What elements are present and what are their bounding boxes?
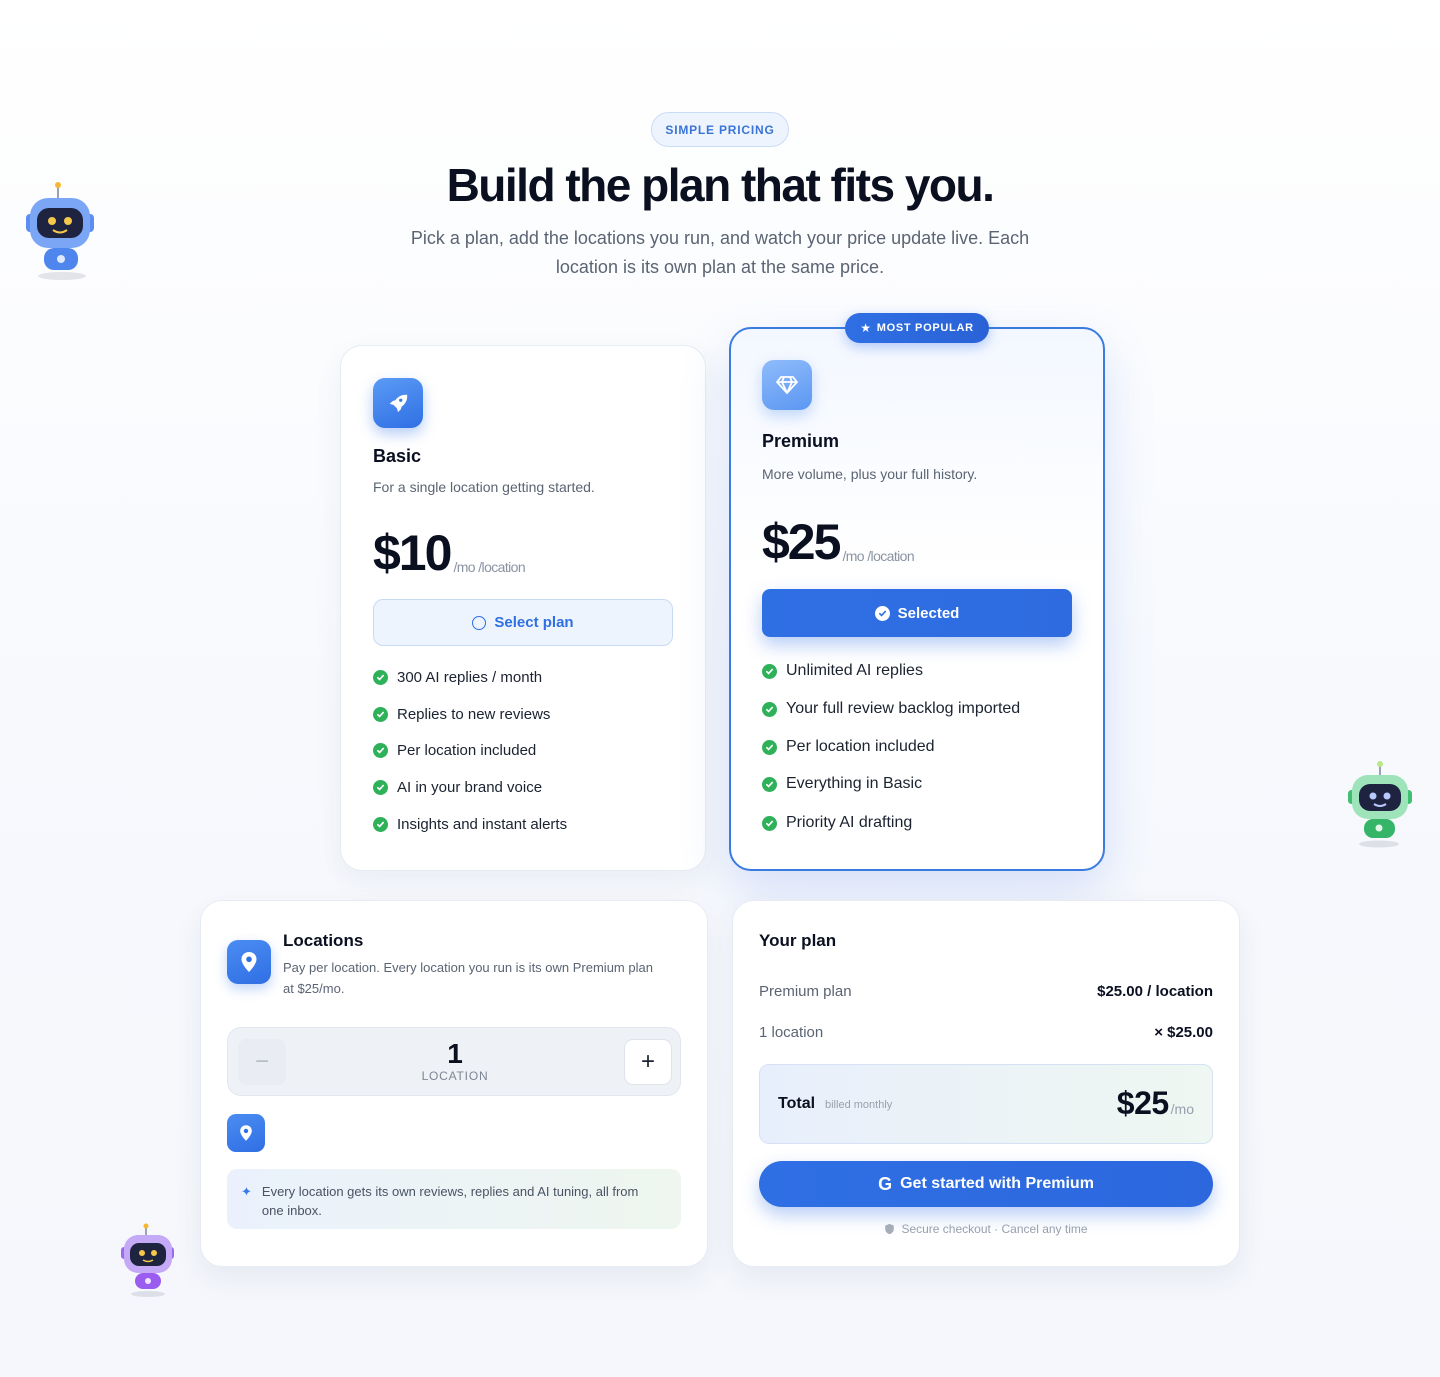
- google-icon: G: [878, 1173, 893, 1194]
- check-circle-icon: [373, 743, 388, 758]
- summary-plan-label: Premium plan: [759, 983, 852, 1000]
- location-quantity-stepper[interactable]: − 1 LOCATION +: [227, 1027, 681, 1096]
- selected-plan-button[interactable]: Selected: [762, 589, 1072, 637]
- rocket-icon: [373, 378, 423, 428]
- premium-plan-name: Premium: [762, 431, 840, 451]
- basic-price-unit: /mo /location: [453, 559, 526, 575]
- basic-feature-item: Replies to new reviews: [373, 706, 550, 723]
- premium-price-row: $25 /mo /location: [762, 513, 915, 571]
- total-price: $25: [1116, 1085, 1169, 1121]
- shield-icon: [885, 1223, 895, 1235]
- premium-price: $25: [762, 514, 841, 570]
- total-label: Total: [778, 1095, 816, 1112]
- check-circle-icon: [874, 605, 890, 621]
- basic-feature-item: AI in your brand voice: [373, 779, 542, 796]
- summary-quantity-value: × $25.00: [1154, 1024, 1213, 1041]
- location-count-label: LOCATION: [421, 1069, 489, 1083]
- select-plan-button[interactable]: Select plan: [373, 599, 673, 646]
- secure-checkout-label: Secure checkout · Cancel any time: [901, 1222, 1088, 1236]
- check-circle-icon: [762, 815, 777, 831]
- most-popular-badge: ★ MOST POPULAR: [845, 313, 989, 343]
- radio-circle-icon: [472, 615, 487, 630]
- basic-feature-label: Insights and instant alerts: [397, 816, 568, 833]
- basic-feature-label: Replies to new reviews: [397, 706, 551, 723]
- summary-quantity-row: 1 location × $25.00: [759, 1024, 1213, 1041]
- robot-mascot-purple: [118, 1222, 178, 1300]
- premium-feature-item: Unlimited AI replies: [762, 662, 923, 680]
- locations-info-line-2: one inbox.: [261, 1203, 322, 1218]
- locations-description-line-2: at $25/mo.: [283, 981, 345, 996]
- summary-plan-value: $25.00 / location: [1097, 983, 1213, 1000]
- location-pin-icon[interactable]: [227, 1114, 265, 1152]
- total-box: Total billed monthly $25 /mo: [759, 1064, 1213, 1144]
- locations-info-box: ✦ Every location gets its own reviews, r…: [227, 1169, 681, 1229]
- check-circle-icon: [373, 780, 388, 795]
- robot-mascot-green: [1345, 760, 1415, 850]
- summary-plan-row: Premium plan $25.00 / location: [759, 983, 1213, 1000]
- premium-plan-description: More volume, plus your full history.: [762, 466, 978, 482]
- premium-feature-label: Priority AI drafting: [786, 814, 913, 831]
- check-circle-icon: [373, 670, 388, 685]
- check-circle-icon: [373, 707, 388, 722]
- check-circle-icon: [762, 701, 777, 717]
- subtitle-line-1: Pick a plan, add the locations you run, …: [410, 228, 1030, 248]
- selected-plan-label: Selected: [897, 604, 960, 622]
- premium-feature-label: Everything in Basic: [786, 775, 923, 792]
- diamond-icon: [762, 360, 812, 410]
- location-count: 1: [447, 1038, 463, 1069]
- basic-feature-item: Insights and instant alerts: [373, 816, 567, 833]
- premium-feature-item: Your full review backlog imported: [762, 700, 1020, 718]
- select-plan-label: Select plan: [494, 614, 574, 631]
- check-circle-icon: [762, 776, 777, 792]
- get-started-button[interactable]: G Get started with Premium: [759, 1161, 1213, 1207]
- basic-feature-label: AI in your brand voice: [397, 779, 543, 796]
- locations-info-line-1: Every location gets its own reviews, rep…: [261, 1184, 639, 1199]
- total-price-unit: /mo: [1170, 1101, 1194, 1117]
- basic-plan-description: For a single location getting started.: [373, 479, 595, 495]
- locations-info-text: Every location gets its own reviews, rep…: [262, 1182, 638, 1220]
- page-title: Build the plan that fits you.: [446, 159, 995, 211]
- sparkle-icon: ✦: [241, 1184, 252, 1199]
- billing-frequency: billed monthly: [825, 1099, 893, 1111]
- summary-quantity-label: 1 location: [759, 1024, 824, 1041]
- check-circle-icon: [762, 739, 777, 755]
- premium-feature-item: Everything in Basic: [762, 775, 922, 793]
- section-pill: SIMPLE PRICING: [651, 112, 789, 147]
- premium-feature-label: Your full review backlog imported: [786, 700, 1021, 717]
- locations-description: Pay per location. Every location you run…: [283, 957, 693, 999]
- basic-feature-label: Per location included: [397, 742, 537, 759]
- total-price-row: $25 /mo: [1117, 1085, 1194, 1122]
- check-circle-icon: [762, 663, 777, 679]
- premium-feature-label: Unlimited AI replies: [786, 662, 923, 679]
- premium-price-unit: /mo /location: [842, 548, 915, 564]
- map-pin-icon: [227, 940, 271, 984]
- locations-description-line-1: Pay per location. Every location you run…: [283, 960, 653, 975]
- most-popular-label: MOST POPULAR: [876, 322, 974, 334]
- get-started-label: Get started with Premium: [900, 1175, 1094, 1192]
- increment-button[interactable]: +: [624, 1039, 672, 1085]
- locations-title: Locations: [283, 931, 364, 950]
- basic-price: $10: [373, 525, 452, 581]
- basic-feature-label: 300 AI replies / month: [397, 669, 543, 686]
- premium-feature-item: Per location included: [762, 738, 935, 756]
- premium-feature-item: Priority AI drafting: [762, 814, 912, 832]
- basic-feature-item: 300 AI replies / month: [373, 669, 542, 686]
- summary-title: Your plan: [759, 931, 837, 950]
- basic-feature-item: Per location included: [373, 742, 536, 759]
- basic-plan-name: Basic: [373, 446, 422, 466]
- subtitle-line-2: location is its own plan at the same pri…: [555, 257, 885, 277]
- basic-price-row: $10 /mo /location: [373, 524, 526, 582]
- page-subtitle: Pick a plan, add the locations you run, …: [380, 224, 1060, 282]
- star-icon: ★: [860, 321, 872, 335]
- check-circle-icon: [373, 817, 388, 832]
- secure-checkout-note: Secure checkout · Cancel any time: [759, 1222, 1213, 1236]
- premium-feature-label: Per location included: [786, 738, 935, 755]
